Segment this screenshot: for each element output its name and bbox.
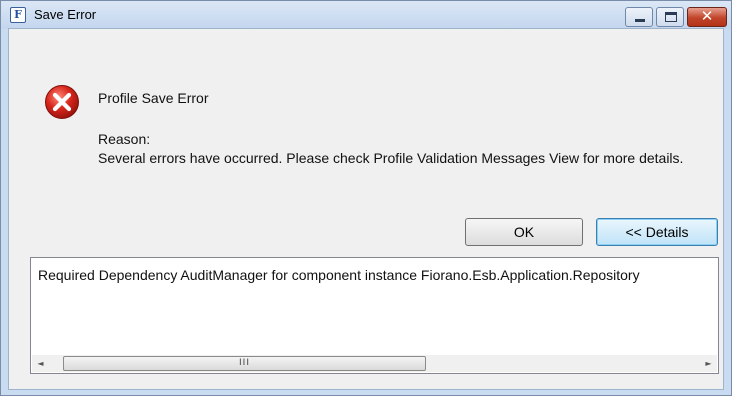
close-button[interactable]: ✕ bbox=[687, 7, 727, 27]
ok-button[interactable]: OK bbox=[465, 218, 583, 246]
maximize-button[interactable] bbox=[656, 7, 684, 27]
minimize-icon bbox=[635, 19, 645, 22]
title-bar[interactable]: F Save Error ✕ bbox=[1, 1, 731, 29]
minimize-button[interactable] bbox=[625, 7, 653, 27]
app-icon: F bbox=[10, 7, 26, 23]
scroll-left-icon[interactable]: ◄ bbox=[32, 355, 49, 372]
details-text-area[interactable]: Required Dependency AuditManager for com… bbox=[30, 257, 719, 374]
close-icon: ✕ bbox=[700, 7, 714, 25]
scroll-right-icon[interactable]: ► bbox=[700, 355, 717, 372]
reason-text: Several errors have occurred. Please che… bbox=[98, 150, 684, 166]
window-title: Save Error bbox=[34, 7, 97, 22]
horizontal-scrollbar[interactable]: ◄ III ► bbox=[32, 355, 717, 372]
scrollbar-thumb[interactable]: III bbox=[63, 356, 426, 371]
maximize-icon bbox=[665, 12, 677, 22]
error-title: Profile Save Error bbox=[98, 90, 209, 106]
reason-label: Reason: bbox=[98, 131, 151, 147]
details-text: Required Dependency AuditManager for com… bbox=[38, 267, 640, 283]
details-toggle-button[interactable]: << Details bbox=[596, 218, 718, 246]
error-icon bbox=[45, 85, 79, 119]
